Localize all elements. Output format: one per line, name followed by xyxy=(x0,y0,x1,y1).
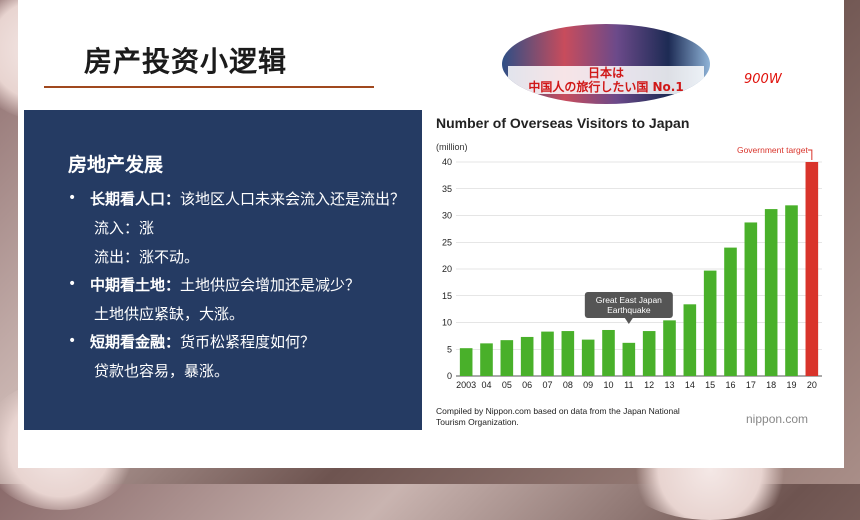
y-tick-label: 5 xyxy=(447,344,452,354)
bullet-dot: • xyxy=(68,190,77,206)
bar-14 xyxy=(683,304,697,376)
list-item-text: 该地区人口未来会流入还是流出？ xyxy=(180,190,406,208)
y-tick-label: 35 xyxy=(442,184,452,194)
x-tick-label: 11 xyxy=(624,380,633,390)
x-tick-label: 09 xyxy=(583,380,593,390)
annotation-earthquake-text: Great East Japan xyxy=(596,295,662,305)
bar-12 xyxy=(642,331,656,376)
content-panel: 房地产发展 • 长期看人口：该地区人口未来会流入还是流出？ 流入：涨 流出：涨不… xyxy=(24,110,422,430)
bar-07 xyxy=(541,331,554,376)
x-tick-label: 07 xyxy=(542,380,552,390)
bar-19 xyxy=(785,205,798,376)
x-tick-label: 2003 xyxy=(456,380,476,390)
nippon-logo: nippon.com xyxy=(746,412,808,426)
y-axis-label: (million) xyxy=(436,142,468,152)
x-tick-label: 05 xyxy=(502,380,512,390)
list-item-text: 货币松紧程度如何？ xyxy=(180,333,316,351)
bar-18 xyxy=(764,209,778,376)
x-tick-label: 06 xyxy=(522,380,532,390)
chart-container: Number of Overseas Visitors to Japan (mi… xyxy=(434,110,830,428)
list-subitem: 贷款也容易，暴涨。 xyxy=(94,362,230,380)
bar-13 xyxy=(663,320,676,376)
title-underline xyxy=(44,86,374,88)
banner-caption: 日本は 中国人の旅行したい国 No.1 xyxy=(508,66,704,94)
x-tick-label: 14 xyxy=(685,380,695,390)
page-title: 房产投资小逻辑 xyxy=(84,45,288,78)
bar-chart: Number of Overseas Visitors to Japan (mi… xyxy=(436,115,822,427)
annotation-note: 900W xyxy=(744,72,782,87)
x-tick-label: 04 xyxy=(481,380,491,390)
y-tick-label: 10 xyxy=(442,318,452,328)
x-tick-label: 19 xyxy=(786,380,796,390)
list-item-text: 土地供应会增加还是减少？ xyxy=(180,276,361,294)
list-subitem: 流入：涨 xyxy=(94,219,155,237)
bar-17 xyxy=(744,222,758,376)
y-tick-label: 0 xyxy=(447,371,452,381)
bar-16 xyxy=(724,247,737,376)
x-tick-label: 12 xyxy=(644,380,654,390)
y-tick-label: 40 xyxy=(442,157,452,167)
list-item: 中期看土地：土地供应会增加还是减少？ xyxy=(90,274,360,295)
source-note-line1: Compiled by Nippon.com based on data fro… xyxy=(436,406,680,416)
bar-09 xyxy=(581,339,595,376)
x-tick-label: 08 xyxy=(563,380,573,390)
bar-05 xyxy=(500,340,514,376)
panel-heading: 房地产发展 xyxy=(68,154,164,176)
y-tick-label: 15 xyxy=(442,291,452,301)
bar-15 xyxy=(703,270,717,376)
list-subitem: 流出：涨不动。 xyxy=(94,248,200,266)
annotation-government-target: Government target xyxy=(737,145,809,155)
annotation-earthquake-text: Earthquake xyxy=(607,305,651,315)
bullet-dot: • xyxy=(68,333,77,349)
y-tick-label: 20 xyxy=(442,264,452,274)
bar-11 xyxy=(622,342,636,376)
list-item-label: 长期看人口： xyxy=(90,190,181,208)
x-tick-label: 13 xyxy=(664,380,674,390)
bar-20 xyxy=(805,162,819,376)
japan-banner-image: 日本は 中国人の旅行したい国 No.1 xyxy=(502,24,710,104)
list-item: 短期看金融：货币松紧程度如何？ xyxy=(90,331,315,352)
x-tick-label: 18 xyxy=(766,380,776,390)
annotation-pointer xyxy=(624,318,633,324)
x-tick-label: 15 xyxy=(705,380,715,390)
x-tick-label: 10 xyxy=(603,380,613,390)
x-tick-label: 20 xyxy=(807,380,817,390)
chart-title: Number of Overseas Visitors to Japan xyxy=(436,115,689,131)
annotation-arrow xyxy=(807,149,813,160)
list-item: 长期看人口：该地区人口未来会流入还是流出？ xyxy=(90,188,405,209)
y-tick-label: 25 xyxy=(442,237,452,247)
bar-04 xyxy=(480,343,493,376)
list-item-label: 中期看土地： xyxy=(90,276,181,294)
source-note-line2: Tourism Organization. xyxy=(436,417,519,427)
bar-2003 xyxy=(459,348,473,376)
bullet-dot: • xyxy=(68,276,77,292)
bar-10 xyxy=(602,329,615,376)
bar-06 xyxy=(520,336,534,376)
list-subitem: 土地供应紧缺，大涨。 xyxy=(94,305,245,323)
bar-08 xyxy=(561,331,575,376)
x-tick-label: 16 xyxy=(725,380,735,390)
list-item-label: 短期看金融： xyxy=(90,333,181,351)
x-tick-label: 17 xyxy=(746,380,756,390)
y-tick-label: 30 xyxy=(442,211,452,221)
